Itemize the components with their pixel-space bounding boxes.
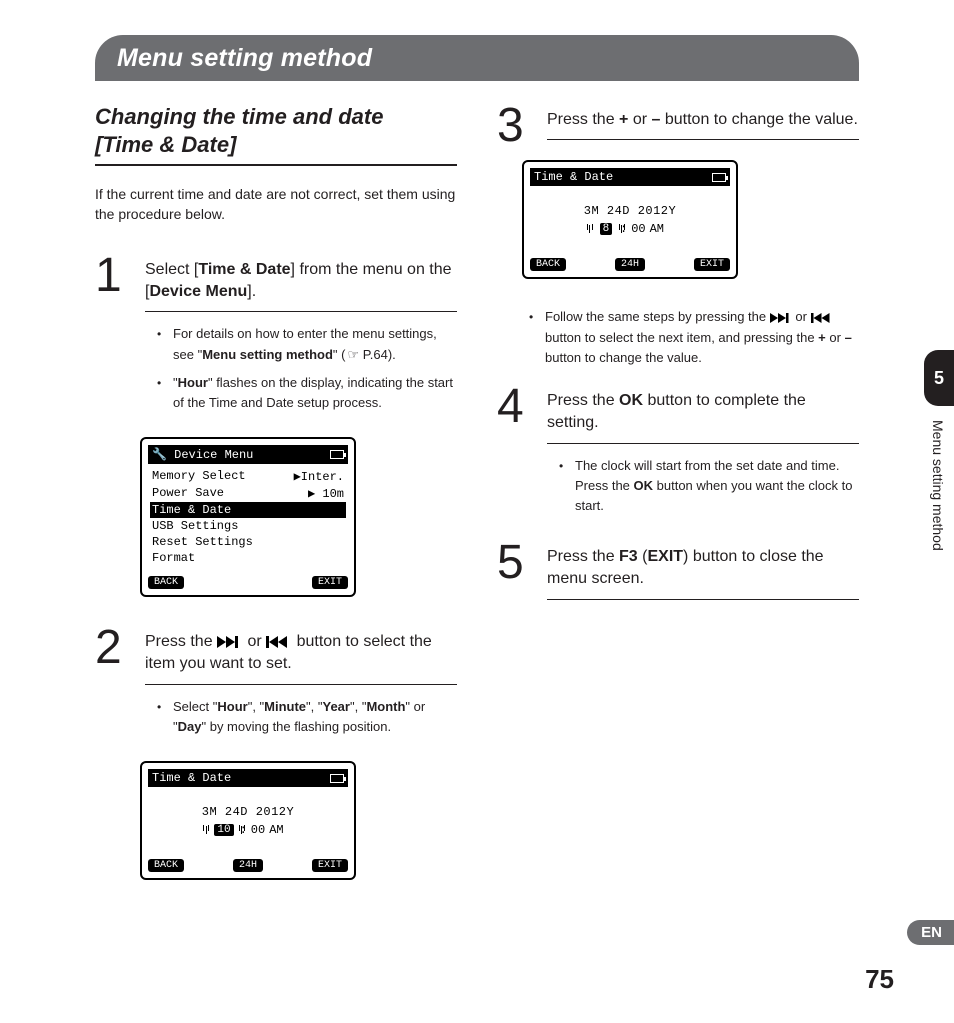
softkey-left: BACK [148, 859, 184, 872]
step-body: Press the + or – button to change the va… [547, 103, 859, 152]
section-heading: Changing the time and date[Time & Date] [95, 103, 457, 166]
lcd-menu-row: USB Settings [150, 518, 346, 534]
intro-text: If the current time and date are not cor… [95, 184, 457, 225]
step-number: 1 [95, 253, 145, 429]
softkey-mid: 24H [233, 859, 263, 872]
chapter-title: Menu setting method [117, 44, 372, 73]
chapter-tab: 5 [924, 350, 954, 406]
step-number: 4 [497, 384, 547, 532]
lcd-softkeys: BACK 24H EXIT [530, 258, 730, 271]
lcd-body: Memory Select▶Inter.Power Save▶ 10mTime … [148, 464, 348, 568]
step-body: Select [Time & Date] from the menu on th… [145, 253, 457, 429]
lcd-header-text: Time & Date [152, 771, 231, 785]
softkey-right: EXIT [312, 859, 348, 872]
chapter-title-bar: Menu setting method [95, 35, 859, 81]
softkey-mid: 24H [615, 258, 645, 271]
lcd-time-date-1: Time & Date 3M 24D 2012Y 10:00 AM BACK 2… [140, 761, 356, 880]
step-body: Press the OK button to complete the sett… [547, 384, 859, 532]
lcd-menu-row: Memory Select▶Inter. [150, 468, 346, 485]
lcd-time-display: 3M 24D 2012Y 8:00 AM [530, 186, 730, 250]
language-badge: EN [907, 920, 954, 945]
step-number: 3 [497, 103, 547, 152]
lcd-softkeys: BACK 24H EXIT [148, 859, 348, 872]
step-number: 2 [95, 625, 145, 753]
lcd-header: Time & Date [148, 769, 348, 787]
softkey-right: EXIT [312, 576, 348, 589]
step-4-bullets: The clock will start from the set date a… [547, 456, 859, 516]
lcd-header: Time & Date [530, 168, 730, 186]
fast-forward-icon [217, 636, 243, 648]
page-number: 75 [865, 964, 894, 995]
step-4-text: Press the OK button to complete the sett… [547, 384, 859, 444]
battery-icon [330, 774, 344, 783]
left-column: Changing the time and date[Time & Date] … [95, 103, 457, 908]
lcd-device-menu: 🔧 Device Menu Memory Select▶Inter.Power … [140, 437, 356, 597]
section-heading-text: Changing the time and date[Time & Date] [95, 104, 383, 157]
step-4: 4 Press the OK button to complete the se… [497, 384, 859, 532]
battery-icon [712, 173, 726, 182]
step-2-text: Press the or button to select the item y… [145, 625, 457, 685]
rewind-icon [266, 636, 292, 648]
content-columns: Changing the time and date[Time & Date] … [95, 91, 859, 908]
right-column: 3 Press the + or – button to change the … [497, 103, 859, 908]
lcd-header-text: Time & Date [534, 170, 613, 184]
step-5: 5 Press the F3 (EXIT) button to close th… [497, 540, 859, 612]
flashing-hour: 8 [596, 223, 616, 235]
list-item: "Hour" flashes on the display, indicatin… [155, 373, 457, 413]
step-3: 3 Press the + or – button to change the … [497, 103, 859, 152]
lcd-menu-row: Reset Settings [150, 534, 346, 550]
step-number: 5 [497, 540, 547, 612]
list-item: The clock will start from the set date a… [557, 456, 859, 516]
step-2-bullets: Select "Hour", "Minute", "Year", "Month"… [145, 697, 457, 737]
lcd-menu-row: Time & Date [150, 502, 346, 518]
step-3-bullets: Follow the same steps by pressing the or… [517, 307, 859, 367]
lcd-menu-row: Format [150, 550, 346, 566]
lcd-time-display: 3M 24D 2012Y 10:00 AM [148, 787, 348, 851]
lcd-time-date-2: Time & Date 3M 24D 2012Y 8:00 AM BACK 24… [522, 160, 738, 279]
softkey-left: BACK [148, 576, 184, 589]
softkey-right: EXIT [694, 258, 730, 271]
step-1-text: Select [Time & Date] from the menu on th… [145, 253, 457, 313]
step-3-text: Press the + or – button to change the va… [547, 103, 859, 140]
step-body: Press the F3 (EXIT) button to close the … [547, 540, 859, 612]
lcd-softkeys: BACK EXIT [148, 576, 348, 589]
step-1-bullets: For details on how to enter the menu set… [145, 324, 457, 413]
lcd-header: 🔧 Device Menu [148, 445, 348, 464]
lcd-menu-row: Power Save▶ 10m [150, 485, 346, 502]
step-5-text: Press the F3 (EXIT) button to close the … [547, 540, 859, 600]
step-body: Press the or button to select the item y… [145, 625, 457, 753]
softkey-left: BACK [530, 258, 566, 271]
list-item: Select "Hour", "Minute", "Year", "Month"… [155, 697, 457, 737]
lcd-header-text: 🔧 Device Menu [152, 447, 253, 462]
list-item: For details on how to enter the menu set… [155, 324, 457, 364]
step-1: 1 Select [Time & Date] from the menu on … [95, 253, 457, 429]
step-2: 2 Press the or button to select the item… [95, 625, 457, 753]
chapter-side-label: Menu setting method [930, 420, 946, 551]
fast-forward-icon [770, 313, 792, 323]
list-item: Follow the same steps by pressing the or… [527, 307, 859, 367]
manual-page: Menu setting method Changing the time an… [0, 0, 954, 1023]
flashing-hour: 10 [212, 824, 235, 836]
battery-icon [330, 450, 344, 459]
rewind-icon [811, 313, 833, 323]
